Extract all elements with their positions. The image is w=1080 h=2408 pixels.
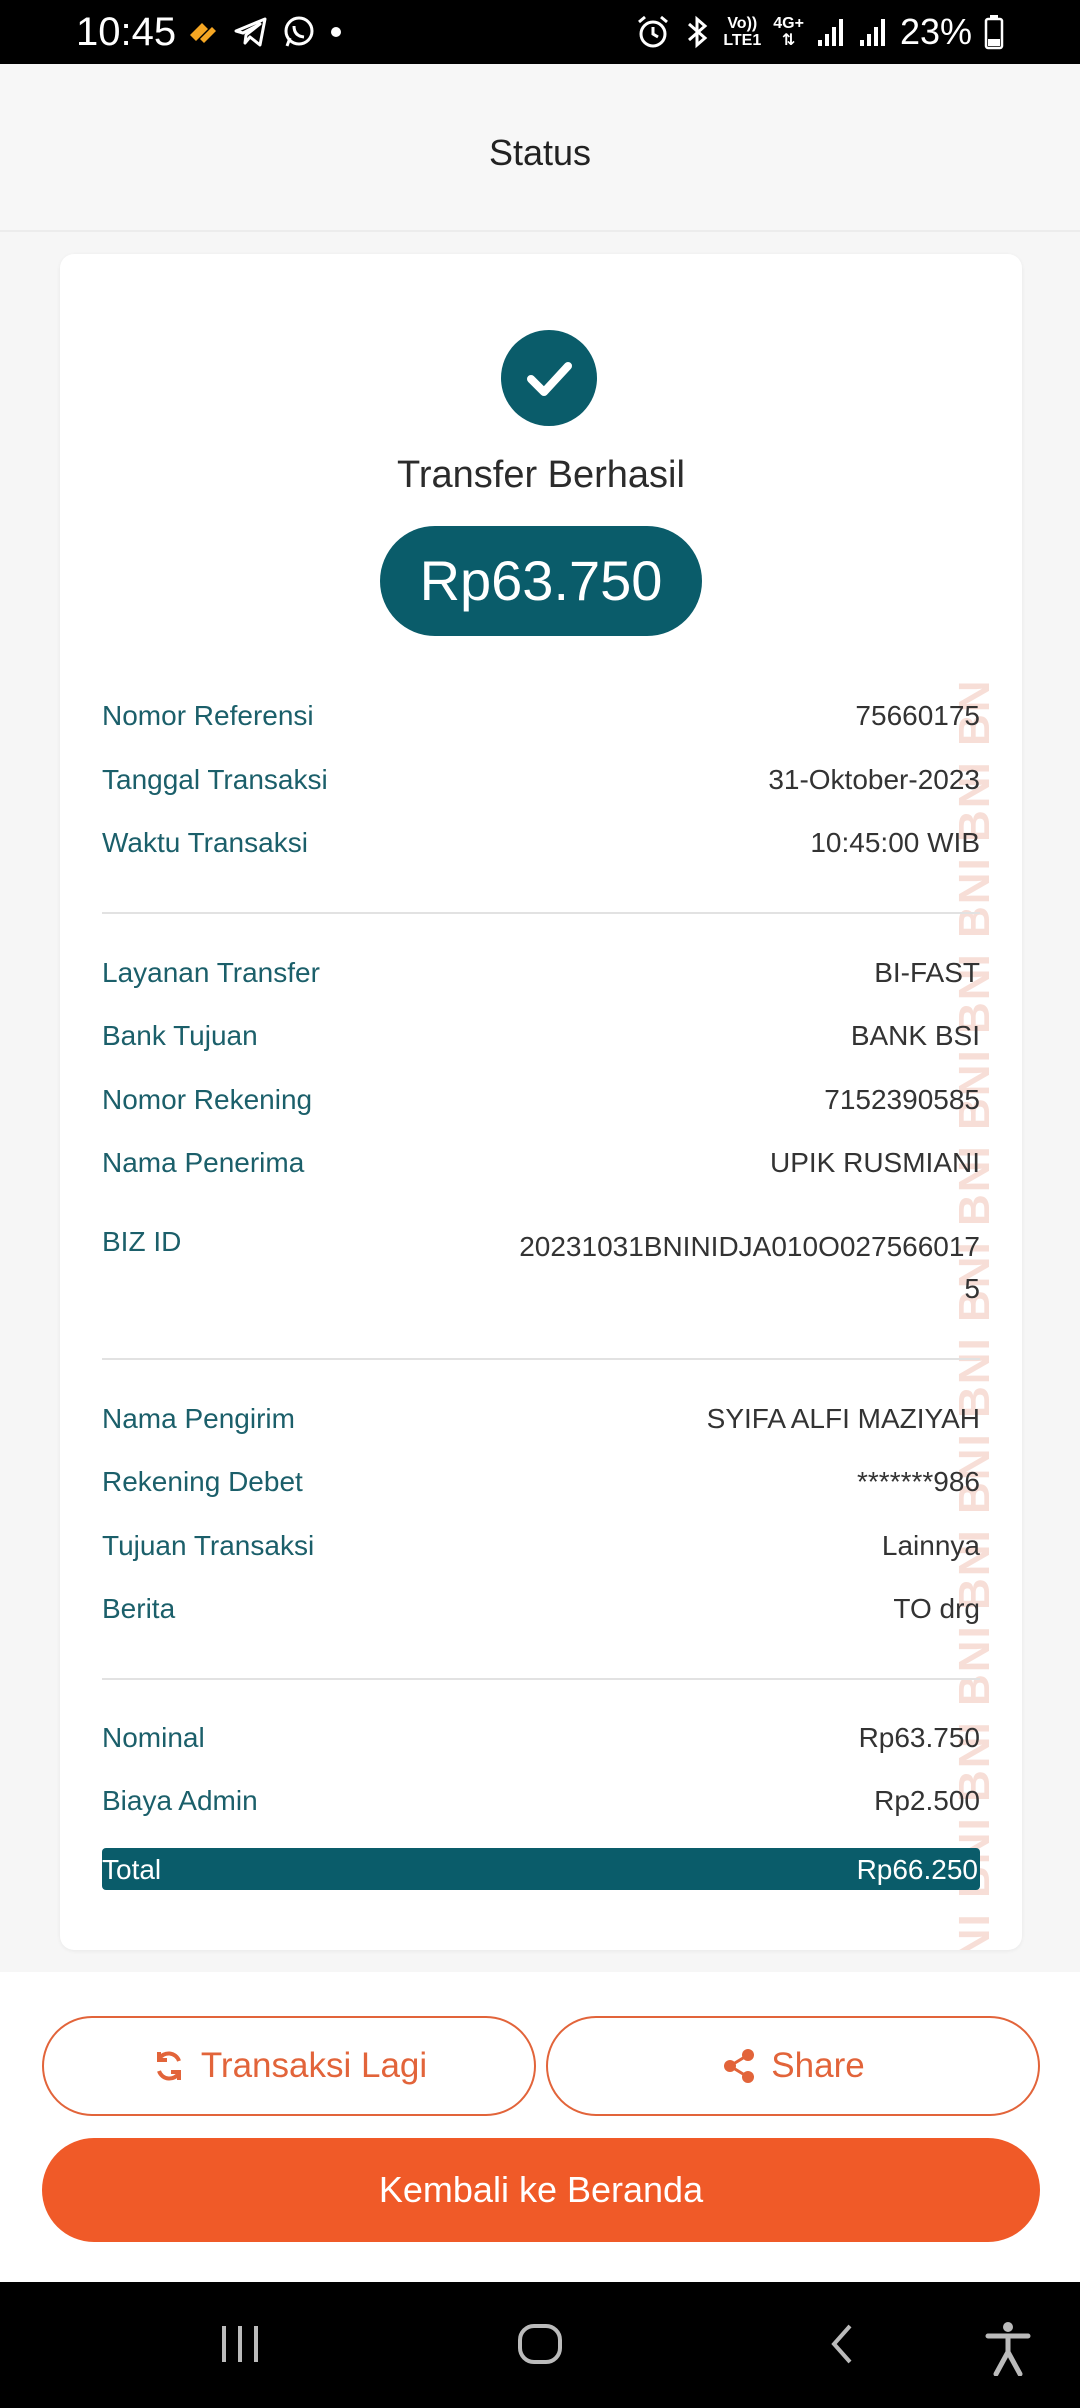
row-label: Berita bbox=[102, 1593, 176, 1624]
row-value: SYIFA ALFI MAZIYAH bbox=[706, 1403, 980, 1434]
row-value: 20231031BNINIDJA010O0275660175 bbox=[519, 1231, 980, 1304]
back-icon[interactable] bbox=[822, 2320, 862, 2368]
notification-dot-icon bbox=[331, 27, 341, 37]
notification-icons bbox=[186, 12, 342, 52]
signal-icon bbox=[817, 19, 843, 46]
row-label: Rekening Debet bbox=[102, 1466, 303, 1497]
row-value: 75660175 bbox=[855, 700, 980, 731]
accessibility-icon[interactable] bbox=[984, 2320, 1032, 2376]
row-value: 10:45:00 WIB bbox=[810, 827, 980, 858]
data-type-indicator: 4G+ ⇅ bbox=[773, 15, 804, 49]
share-icon bbox=[724, 2049, 755, 2083]
row-label: Waktu Transaksi bbox=[102, 827, 308, 858]
page-title: Status bbox=[488, 132, 592, 173]
row-label: BIZ ID bbox=[102, 1226, 182, 1257]
row-value: BI-FAST bbox=[874, 957, 980, 988]
row-label: Layanan Transfer bbox=[102, 957, 320, 988]
home-icon[interactable] bbox=[516, 2320, 564, 2368]
row-label: Tanggal Transaksi bbox=[102, 764, 328, 795]
bni-watermark: BNI BNI BNI BNI BNI BNI BNI BNI BNI BNI … bbox=[950, 678, 998, 1950]
row-value: 7152390585 bbox=[824, 1084, 980, 1115]
row-label: Nama Penerima bbox=[102, 1147, 305, 1178]
alarm-icon bbox=[638, 15, 669, 48]
bluetooth-icon bbox=[688, 15, 708, 49]
section-divider bbox=[102, 1358, 980, 1360]
telegram-icon bbox=[234, 17, 267, 47]
transaksi-lagi-label: Transaksi Lagi bbox=[200, 2046, 428, 2085]
section-divider bbox=[102, 1678, 980, 1680]
action-area: Transaksi Lagi Share Kembali ke Beranda bbox=[0, 1972, 1080, 2282]
receipt-card: BNI BNI BNI BNI BNI BNI BNI BNI BNI BNI … bbox=[60, 254, 1022, 1950]
row-label: Nama Pengirim bbox=[102, 1403, 295, 1434]
status-bar: 10:45 Vo)) LTE1 4G+ ⇅ 23% bbox=[0, 0, 1080, 64]
row-label: Biaya Admin bbox=[102, 1785, 258, 1816]
row-label: Tujuan Transaksi bbox=[102, 1530, 315, 1561]
row-value: BANK BSI bbox=[850, 1020, 980, 1051]
battery-percent: 23% bbox=[899, 11, 972, 52]
section-divider bbox=[102, 912, 980, 914]
refresh-icon bbox=[156, 2051, 181, 2081]
row-label: Bank Tujuan bbox=[102, 1020, 258, 1051]
status-right: Vo)) LTE1 4G+ ⇅ 23% bbox=[635, 8, 1004, 56]
total-row: Total Rp66.250 bbox=[102, 1848, 980, 1890]
app-notification-icon bbox=[190, 23, 216, 43]
row-value: UPIK RUSMIANI bbox=[769, 1147, 980, 1178]
volte-indicator: Vo)) LTE1 bbox=[723, 15, 762, 49]
share-button[interactable]: Share bbox=[546, 2016, 1040, 2116]
row-label: Nomor Referensi bbox=[102, 700, 314, 731]
transfer-amount: Rp63.750 bbox=[380, 526, 702, 636]
row-label: Nomor Rekening bbox=[102, 1084, 313, 1115]
row-value: Rp63.750 bbox=[858, 1722, 980, 1753]
row-value: Lainnya bbox=[881, 1530, 980, 1561]
system-nav-bar bbox=[0, 2282, 1080, 2408]
row-value: Rp2.500 bbox=[874, 1785, 980, 1816]
row-value: 31-Oktober-2023 bbox=[768, 764, 980, 795]
share-label: Share bbox=[771, 2046, 865, 2085]
transaksi-lagi-button[interactable]: Transaksi Lagi bbox=[42, 2016, 536, 2116]
battery-icon bbox=[984, 15, 1004, 50]
signal-icon-2 bbox=[859, 19, 885, 46]
row-value: TO drg bbox=[893, 1593, 980, 1624]
back-to-home-button[interactable]: Kembali ke Beranda bbox=[42, 2138, 1040, 2242]
row-value: *******986 bbox=[857, 1466, 980, 1497]
recent-apps-icon[interactable] bbox=[218, 2320, 262, 2368]
success-check-icon bbox=[501, 330, 597, 426]
row-label: Nominal bbox=[102, 1722, 205, 1753]
whatsapp-icon bbox=[284, 16, 314, 47]
total-value: Rp66.250 bbox=[856, 1854, 978, 1885]
app-header: Status bbox=[0, 64, 1080, 232]
status-time: 10:45 bbox=[76, 10, 177, 54]
transfer-status-title: Transfer Berhasil bbox=[397, 454, 685, 496]
total-label: Total bbox=[102, 1854, 162, 1885]
